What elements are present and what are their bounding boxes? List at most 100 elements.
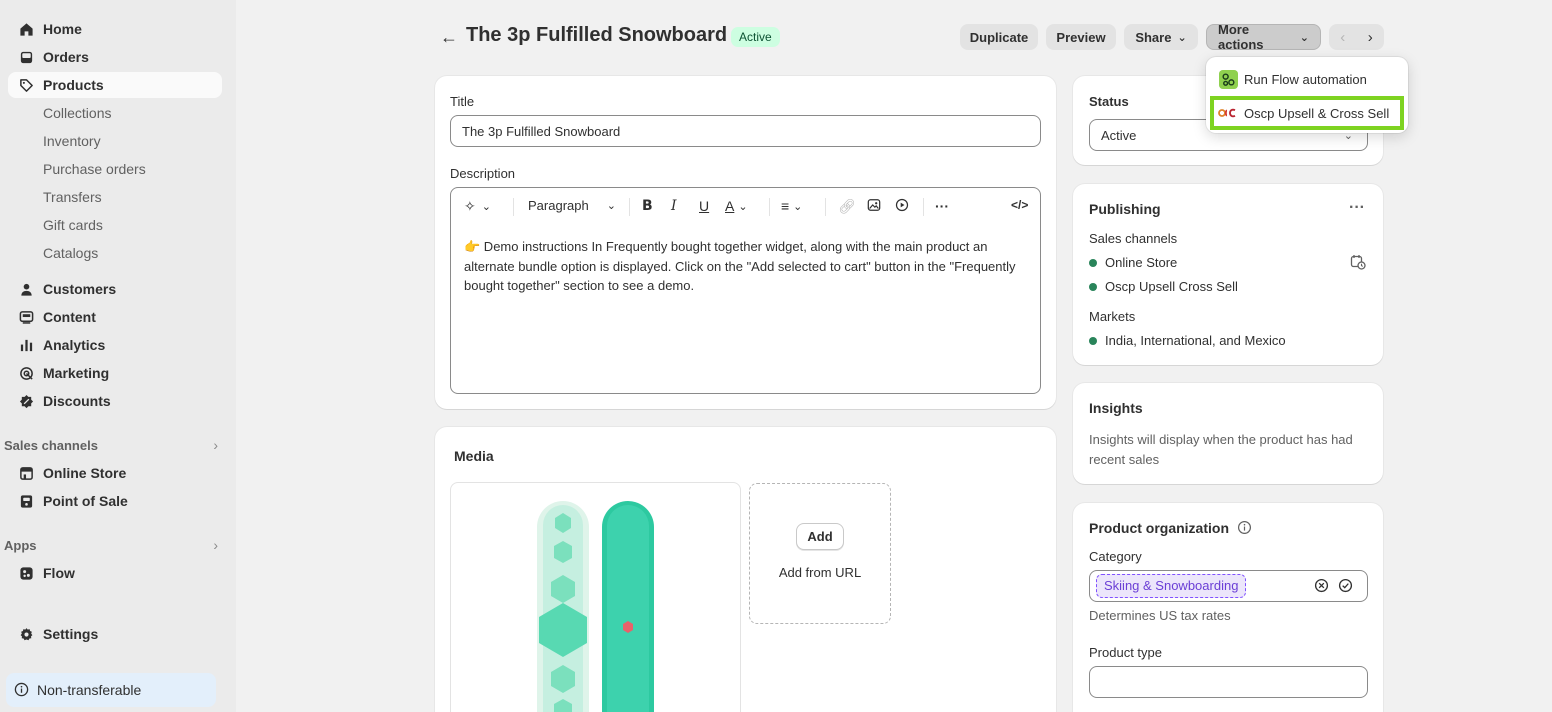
product-image[interactable] [450, 482, 741, 712]
underline-icon[interactable]: U [699, 198, 709, 214]
orders-icon [18, 49, 34, 65]
media-dropzone[interactable] [749, 483, 891, 624]
video-icon[interactable] [895, 198, 909, 212]
more-actions-menu: Run Flow automation Oscp Upsell & Cross … [1206, 57, 1408, 133]
flow-app-icon [1218, 69, 1238, 89]
gear-icon [18, 626, 34, 642]
product-type-input[interactable] [1089, 666, 1368, 698]
status-dot [1089, 282, 1097, 291]
target-icon [18, 365, 34, 381]
sidebar-item-settings[interactable]: Settings [8, 621, 222, 647]
previous-product-icon[interactable]: ‹ [1329, 24, 1357, 50]
code-view-icon[interactable]: </> [1011, 198, 1028, 212]
content-icon [18, 309, 34, 325]
sidebar-item-content[interactable]: Content [8, 304, 222, 330]
insights-title: Insights [1089, 400, 1143, 416]
info-icon[interactable] [1237, 520, 1252, 538]
sidebar-item-online-store[interactable]: Online Store [8, 460, 222, 486]
text-color-icon[interactable]: A ⌄ [725, 198, 748, 214]
category-label: Category [1089, 549, 1142, 564]
status-dot [1089, 336, 1097, 345]
apps-section[interactable]: Apps › [4, 537, 218, 553]
sidebar-item-analytics[interactable]: Analytics [8, 332, 222, 358]
next-product-icon[interactable]: › [1357, 24, 1385, 50]
sidebar-item-customers[interactable]: Customers [8, 276, 222, 302]
sidebar-item-orders[interactable]: Orders [8, 44, 222, 70]
italic-icon[interactable]: I [671, 198, 677, 214]
align-icon[interactable]: ≡ ⌄ [781, 198, 802, 214]
discount-icon [18, 393, 34, 409]
ai-magic-icon[interactable]: ✧ ⌄ [464, 198, 491, 215]
channel-online-store: Online Store [1089, 255, 1177, 270]
markets-label: Markets [1089, 309, 1136, 324]
info-icon [14, 682, 30, 698]
sidebar-item-marketing[interactable]: Marketing [8, 360, 222, 386]
channel-oscp: Oscp Upsell Cross Sell [1089, 279, 1238, 294]
share-button[interactable]: Share ⌄ [1124, 24, 1198, 50]
add-media-button[interactable]: Add [796, 523, 844, 550]
pagination: ‹ › [1329, 24, 1384, 50]
status-dot [1089, 258, 1097, 267]
sidebar-item-transfers[interactable]: Transfers [43, 187, 102, 207]
product-organization-title: Product organization [1089, 520, 1229, 536]
category-help-text: Determines US tax rates [1089, 608, 1231, 623]
sidebar-item-home[interactable]: Home [8, 16, 222, 42]
chevron-down-icon: ⌄ [1177, 31, 1187, 44]
link-icon[interactable]: 🔗︎ [838, 198, 856, 215]
bold-icon[interactable]: B [642, 198, 653, 214]
sidebar: Home Orders Products Collections Invento… [0, 0, 236, 712]
sidebar-item-products[interactable]: Products [8, 72, 222, 98]
schedule-icon[interactable] [1350, 254, 1366, 273]
preview-button[interactable]: Preview [1046, 24, 1116, 50]
markets-value: India, International, and Mexico [1089, 333, 1286, 348]
confirm-icon[interactable] [1338, 578, 1353, 596]
clear-icon[interactable] [1314, 578, 1329, 596]
status-badge: Active [731, 27, 780, 47]
title-label: Title [450, 94, 475, 109]
sidebar-item-discounts[interactable]: Discounts [8, 388, 222, 414]
status-title: Status [1089, 94, 1129, 109]
non-transferable-banner[interactable]: Non-transferable [6, 673, 216, 707]
add-from-url-link[interactable]: Add from URL [749, 565, 891, 580]
sidebar-item-inventory[interactable]: Inventory [43, 131, 101, 151]
sidebar-item-gift-cards[interactable]: Gift cards [43, 215, 103, 235]
duplicate-button[interactable]: Duplicate [960, 24, 1038, 50]
chevron-down-icon: ⌄ [1299, 31, 1309, 44]
sidebar-item-collections[interactable]: Collections [43, 103, 111, 123]
pointing-hand-emoji: 👉 [464, 239, 481, 254]
more-icon[interactable]: ··· [935, 198, 949, 214]
category-tag[interactable]: Skiing & Snowboarding [1096, 574, 1247, 598]
chevron-right-icon: › [213, 537, 218, 553]
publishing-title: Publishing [1089, 201, 1161, 217]
page-title: The 3p Fulfilled Snowboard [466, 24, 728, 46]
store-icon [18, 465, 34, 481]
home-icon [18, 21, 34, 37]
description-content[interactable]: 👉 Demo instructions In Frequently bought… [464, 237, 1034, 296]
paragraph-select[interactable]: Paragraph ⌄ [528, 198, 616, 213]
pos-icon [18, 493, 34, 509]
flow-icon [18, 565, 34, 581]
more-actions-button[interactable]: More actions ⌄ [1206, 22, 1321, 52]
menu-item-oscp-upsell-cross-sell[interactable]: Oscp Upsell & Cross Sell [1210, 96, 1404, 130]
media-title: Media [454, 448, 494, 464]
chevron-right-icon: › [213, 437, 218, 453]
product-type-label: Product type [1089, 645, 1162, 660]
sidebar-item-purchase-orders[interactable]: Purchase orders [43, 159, 146, 179]
editor-toolbar: ✧ ⌄ Paragraph ⌄ B I U A ⌄ ≡ ⌄ 🔗︎ ··· </> [451, 188, 1040, 226]
sales-channels-section[interactable]: Sales channels › [4, 437, 218, 453]
description-editor[interactable]: ✧ ⌄ Paragraph ⌄ B I U A ⌄ ≡ ⌄ 🔗︎ ··· </> 👉 D… [450, 187, 1041, 394]
image-icon[interactable] [867, 198, 881, 212]
snowboard-image [537, 501, 654, 712]
menu-item-run-flow-automation[interactable]: Run Flow automation [1214, 66, 1400, 92]
title-input[interactable]: The 3p Fulfilled Snowboard [450, 115, 1041, 147]
chart-bar-icon [18, 337, 34, 353]
description-label: Description [450, 166, 516, 181]
sidebar-item-flow[interactable]: Flow [8, 560, 222, 586]
more-options-icon[interactable]: ··· [1349, 199, 1365, 217]
sidebar-item-point-of-sale[interactable]: Point of Sale [8, 488, 222, 514]
tag-icon [18, 77, 34, 93]
back-arrow-icon[interactable]: ← [440, 27, 458, 48]
person-icon [18, 281, 34, 297]
sales-channels-label: Sales channels [1089, 231, 1178, 246]
sidebar-item-catalogs[interactable]: Catalogs [43, 243, 98, 263]
